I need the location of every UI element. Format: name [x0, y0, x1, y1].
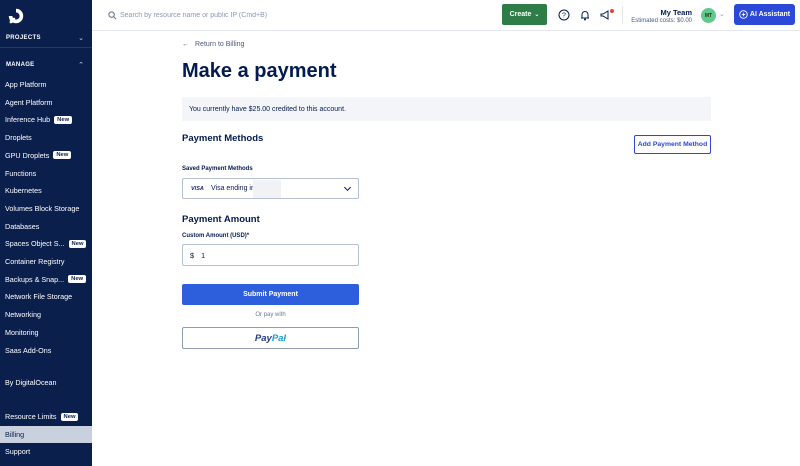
chevron-down-icon: ⌄	[534, 12, 540, 18]
sidebar-item-label: App Platform	[5, 80, 47, 89]
help-icon[interactable]: ?	[558, 9, 570, 21]
sidebar: PROJECTS ⌄ MANAGE ⌃ App Platform Agent Pl…	[0, 0, 92, 466]
sidebar-item-app-platform[interactable]: App Platform	[0, 76, 92, 93]
page-title: Make a payment	[182, 60, 337, 82]
digitalocean-logo-icon[interactable]	[7, 7, 25, 25]
sidebar-item-label: Droplets	[5, 133, 32, 143]
chevron-down-icon[interactable]: ⌄	[78, 34, 84, 42]
new-badge: New	[54, 115, 73, 124]
arrow-left-icon: ←	[182, 41, 189, 48]
visa-card-icon: VISA	[191, 186, 204, 192]
ai-sparkle-icon	[739, 10, 748, 19]
chevron-up-icon[interactable]: ⌃	[78, 61, 84, 69]
sidebar-item-label: Monitoring	[5, 327, 39, 337]
avatar[interactable]: MT	[701, 8, 716, 23]
credit-message: You currently have $25.00 credited to th…	[189, 105, 346, 113]
sidebar-item-label: Functions	[5, 168, 37, 178]
search-icon	[108, 11, 117, 20]
sidebar-item-label: Networking	[5, 310, 41, 320]
ai-assistant-button[interactable]: AI Assistant	[734, 4, 795, 25]
sidebar-item-spaces-object-s[interactable]: Spaces Object S... New	[0, 235, 92, 252]
chevron-down-icon	[343, 186, 352, 192]
sidebar-item-label: GPU Droplets	[5, 150, 50, 160]
sidebar-by-digitalocean[interactable]: By DigitalOcean	[0, 374, 92, 391]
topbar: Create ⌄ ? My Team Estimated costs: $0.0…	[92, 0, 800, 31]
selected-card-text: Visa ending in	[211, 185, 255, 192]
sidebar-item-label: Spaces Object S...	[5, 239, 65, 249]
sidebar-item-label: Support	[5, 447, 31, 456]
sidebar-item-functions[interactable]: Functions	[0, 165, 92, 182]
redacted-card-digits	[253, 180, 281, 198]
ai-assistant-label: AI Assistant	[749, 11, 791, 18]
sidebar-item-label: Inference Hub	[5, 115, 51, 125]
manage-section-label[interactable]: MANAGE	[6, 62, 34, 68]
sidebar-item-saas-add-ons[interactable]: Saas Add-Ons	[0, 342, 92, 359]
chevron-down-icon[interactable]: ⌄	[719, 10, 725, 18]
sidebar-item-label: Network File Storage	[5, 292, 73, 302]
sidebar-item-label: Kubernetes	[5, 186, 42, 196]
sidebar-item-label: Resource Limits	[5, 412, 57, 421]
notification-dot	[610, 9, 614, 13]
sidebar-item-label: Volumes Block Storage	[5, 203, 80, 213]
return-to-billing-link[interactable]: ← Return to Billing	[182, 41, 244, 48]
sidebar-item-inference-hub[interactable]: Inference Hub New	[0, 111, 92, 128]
svg-text:?: ?	[562, 13, 566, 20]
sidebar-item-networking[interactable]: Networking	[0, 306, 92, 323]
sidebar-item-monitoring[interactable]: Monitoring	[0, 324, 92, 341]
sidebar-item-backups-snap[interactable]: Backups & Snap... New	[0, 271, 92, 288]
sidebar-item-network-file-storage[interactable]: Network File Storage	[0, 288, 92, 305]
amount-input[interactable]	[201, 249, 351, 262]
currency-symbol: $	[190, 251, 195, 260]
sidebar-item-label: Backups & Snap...	[5, 274, 65, 284]
payment-methods-title: Payment Methods	[182, 133, 264, 144]
sidebar-item-label: By DigitalOcean	[5, 378, 57, 387]
team-name[interactable]: My Team	[632, 8, 692, 17]
sidebar-item-billing[interactable]: Billing	[0, 426, 92, 443]
paypal-button[interactable]: Pay Pal	[182, 327, 359, 349]
new-badge: New	[68, 239, 87, 248]
sidebar-item-label: Billing	[5, 430, 25, 439]
sidebar-item-databases[interactable]: Databases	[0, 218, 92, 235]
new-badge: New	[60, 412, 79, 421]
paypal-logo-part2: Pal	[271, 332, 287, 344]
submit-payment-button[interactable]: Submit Payment	[182, 284, 359, 305]
sidebar-item-container-registry[interactable]: Container Registry	[0, 253, 92, 270]
sidebar-divider	[0, 47, 92, 48]
credit-banner: You currently have $25.00 credited to th…	[182, 97, 711, 121]
sidebar-item-label: Agent Platform	[5, 97, 53, 107]
sidebar-item-droplets[interactable]: Droplets	[0, 129, 92, 146]
sidebar-item-label: Databases	[5, 221, 40, 231]
create-button-label: Create	[509, 11, 532, 18]
sidebar-item-support[interactable]: Support	[0, 443, 92, 460]
saved-payment-methods-label: Saved Payment Methods	[182, 166, 253, 172]
payment-amount-title: Payment Amount	[182, 214, 260, 225]
new-badge: New	[68, 275, 87, 284]
sidebar-item-label: Saas Add-Ons	[5, 345, 52, 355]
projects-section-label[interactable]: PROJECTS	[6, 35, 41, 41]
add-payment-method-button[interactable]: Add Payment Method	[634, 135, 711, 154]
sidebar-item-resource-limits[interactable]: Resource Limits New	[0, 408, 92, 425]
search-input[interactable]	[120, 8, 340, 22]
back-link-label: Return to Billing	[195, 41, 245, 48]
notifications-bell-icon[interactable]	[579, 9, 591, 21]
sidebar-item-kubernetes[interactable]: Kubernetes	[0, 182, 92, 199]
estimated-costs: Estimated costs: $0.00	[631, 18, 692, 24]
saved-payment-method-select[interactable]: VISA Visa ending in	[182, 178, 359, 199]
custom-amount-label: Custom Amount (USD)*	[182, 233, 250, 239]
sidebar-item-agent-platform[interactable]: Agent Platform	[0, 94, 92, 111]
or-pay-with-text: Or pay with	[255, 312, 286, 318]
new-badge: New	[53, 151, 72, 160]
sidebar-item-volumes-block-storage[interactable]: Volumes Block Storage	[0, 200, 92, 217]
create-button[interactable]: Create ⌄	[502, 4, 547, 25]
sidebar-item-label: Container Registry	[5, 257, 65, 266]
custom-amount-field[interactable]: $	[182, 244, 359, 266]
sidebar-item-gpu-droplets[interactable]: GPU Droplets New	[0, 147, 92, 164]
paypal-logo-part1: Pay	[254, 332, 272, 344]
